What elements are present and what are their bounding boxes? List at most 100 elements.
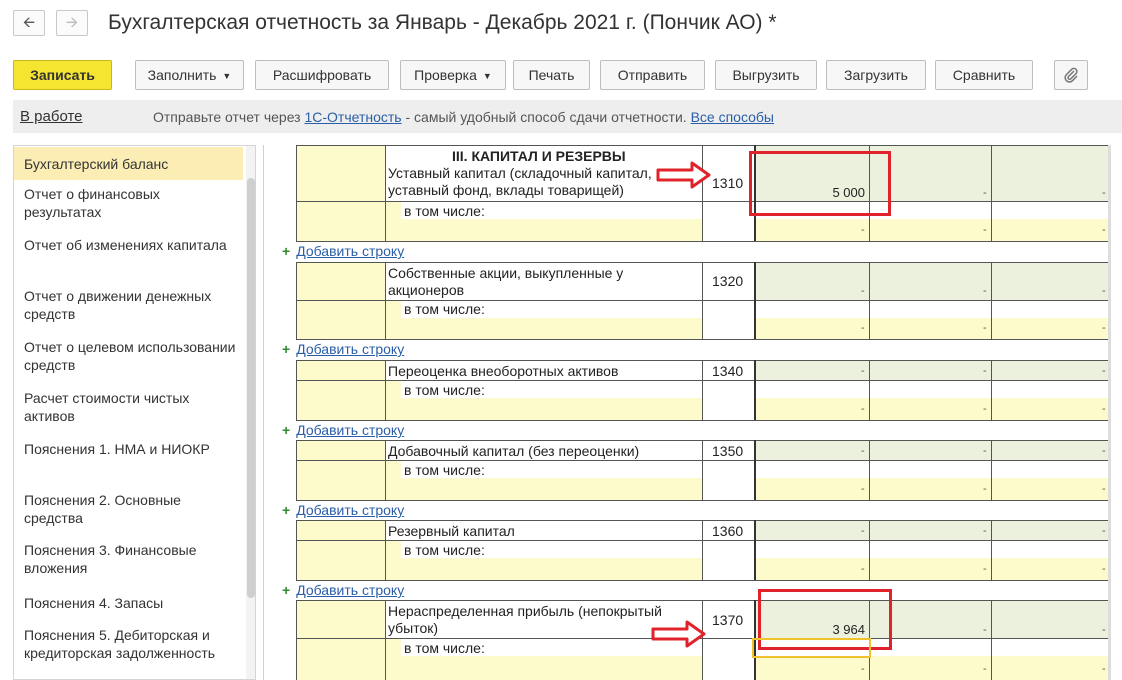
row-value-prev[interactable]: - (983, 624, 987, 636)
sub-value-current[interactable]: - (861, 563, 865, 575)
sub-row-name-cell[interactable] (401, 656, 702, 680)
sidebar-item-cash-flow[interactable]: Отчет о движении денежных средств (14, 287, 243, 323)
sub-value-cell-prev[interactable] (869, 478, 991, 500)
attach-button[interactable] (1054, 60, 1088, 90)
add-row-link[interactable]: + Добавить строку (282, 422, 404, 438)
sub-value-cell-prev2[interactable] (991, 656, 1110, 680)
add-row-link[interactable]: + Добавить строку (282, 502, 404, 518)
import-button[interactable]: Загрузить (826, 60, 926, 90)
sub-value-current[interactable]: - (861, 403, 865, 415)
value-cell-prev[interactable] (869, 360, 991, 380)
decode-button[interactable]: Расшифровать (255, 60, 389, 90)
row-value-current[interactable]: - (861, 445, 865, 457)
row-value-prev[interactable]: - (983, 445, 987, 457)
back-button[interactable]: 🡨 (13, 10, 45, 36)
sub-value-current[interactable]: - (861, 224, 865, 236)
sub-value-cell-prev[interactable] (869, 219, 991, 241)
sub-row-name-cell[interactable] (401, 478, 702, 500)
sub-value-prev2[interactable]: - (1102, 483, 1106, 495)
sub-value-cell-prev[interactable] (869, 318, 991, 339)
row-value-prev[interactable]: - (983, 285, 987, 297)
fill-dropdown-button[interactable]: Заполнить ▼ (135, 60, 244, 90)
value-cell-current[interactable] (754, 440, 869, 460)
sidebar-item-explanations-3[interactable]: Пояснения 3. Финансовые вложения (14, 541, 243, 577)
sidebar-item-net-assets[interactable]: Расчет стоимости чистых активов (14, 389, 243, 425)
value-cell-current[interactable] (754, 360, 869, 380)
sidebar-item-explanations-2[interactable]: Пояснения 2. Основные средства (14, 491, 243, 527)
sub-value-cell-current[interactable] (754, 398, 869, 420)
row-value-current[interactable]: - (861, 285, 865, 297)
add-row-link[interactable]: + Добавить строку (282, 582, 404, 598)
row-value-prev[interactable]: - (983, 187, 987, 199)
sub-value-prev2[interactable]: - (1102, 663, 1106, 675)
row-value-current[interactable]: - (861, 365, 865, 377)
value-cell-prev2[interactable] (991, 520, 1110, 540)
sidebar-item-explanations-4[interactable]: Пояснения 4. Запасы (14, 594, 243, 612)
row-value-prev2[interactable]: - (1102, 445, 1106, 457)
sub-value-prev[interactable]: - (983, 322, 987, 334)
sub-value-prev2[interactable]: - (1102, 322, 1106, 334)
report-scrollbar[interactable] (1108, 145, 1111, 680)
sub-row-name-cell[interactable] (401, 318, 702, 339)
row-value-current[interactable]: - (861, 525, 865, 537)
sub-value-cell-prev2[interactable] (991, 318, 1110, 339)
save-button[interactable]: Записать (13, 60, 112, 90)
send-button[interactable]: Отправить (600, 60, 705, 90)
forward-button[interactable]: 🡪 (56, 10, 88, 36)
value-cell-prev[interactable] (869, 262, 991, 300)
value-cell-prev2[interactable] (991, 600, 1110, 638)
sidebar-scrollbar[interactable] (246, 146, 255, 679)
row-value-prev2[interactable]: - (1102, 285, 1106, 297)
sub-value-cell-current[interactable] (754, 656, 869, 680)
value-cell-current[interactable] (754, 520, 869, 540)
row-value-prev[interactable]: - (983, 525, 987, 537)
value-cell-prev2[interactable] (991, 262, 1110, 300)
selected-cell-outline[interactable] (752, 638, 871, 658)
row-value-prev2[interactable]: - (1102, 187, 1106, 199)
sub-value-cell-current[interactable] (754, 478, 869, 500)
row-value-prev2[interactable]: - (1102, 525, 1106, 537)
sub-value-prev[interactable]: - (983, 563, 987, 575)
add-row-link[interactable]: + Добавить строку (282, 243, 404, 259)
sub-value-prev[interactable]: - (983, 483, 987, 495)
sub-value-prev2[interactable]: - (1102, 563, 1106, 575)
value-cell-current[interactable] (754, 262, 869, 300)
sidebar-scrollbar-thumb[interactable] (247, 178, 255, 598)
sub-value-prev[interactable]: - (983, 224, 987, 236)
value-cell-prev2[interactable] (991, 440, 1110, 460)
sub-value-current[interactable]: - (861, 322, 865, 334)
sub-value-prev2[interactable]: - (1102, 403, 1106, 415)
sub-value-current[interactable]: - (861, 483, 865, 495)
sidebar-item-financial-results[interactable]: Отчет о финансовых результатах (14, 185, 243, 221)
sub-value-cell-prev[interactable] (869, 558, 991, 580)
sub-value-cell-prev[interactable] (869, 656, 991, 680)
sidebar-item-target-use[interactable]: Отчет о целевом использовании средств (14, 338, 243, 374)
value-cell-prev2[interactable] (991, 360, 1110, 380)
sub-value-cell-prev2[interactable] (991, 478, 1110, 500)
export-button[interactable]: Выгрузить (715, 60, 817, 90)
sub-value-prev[interactable]: - (983, 403, 987, 415)
sub-value-cell-prev2[interactable] (991, 558, 1110, 580)
1c-reporting-link[interactable]: 1С-Отчетность (304, 109, 401, 125)
value-cell-prev2[interactable] (991, 145, 1110, 201)
add-row-link[interactable]: + Добавить строку (282, 341, 404, 357)
sub-value-cell-current[interactable] (754, 219, 869, 241)
sub-value-cell-prev[interactable] (869, 398, 991, 420)
sub-value-current[interactable]: - (861, 663, 865, 675)
value-cell-prev[interactable] (869, 440, 991, 460)
sub-row-name-cell[interactable] (401, 398, 702, 420)
sidebar-item-explanations-1[interactable]: Пояснения 1. НМА и НИОКР (14, 440, 243, 458)
value-cell-prev[interactable] (869, 520, 991, 540)
sub-row-name-cell[interactable] (401, 558, 702, 580)
sub-value-cell-prev2[interactable] (991, 219, 1110, 241)
compare-button[interactable]: Сравнить (935, 60, 1033, 90)
sub-value-cell-current[interactable] (754, 558, 869, 580)
row-value-prev2[interactable]: - (1102, 365, 1106, 377)
row-value-prev2[interactable]: - (1102, 624, 1106, 636)
print-button[interactable]: Печать (513, 60, 590, 90)
all-methods-link[interactable]: Все способы (691, 109, 774, 125)
check-dropdown-button[interactable]: Проверка ▼ (400, 60, 506, 90)
sidebar-item-explanations-5[interactable]: Пояснения 5. Дебиторская и кредиторская … (14, 626, 243, 662)
sub-value-cell-prev2[interactable] (991, 398, 1110, 420)
status-link[interactable]: В работе (20, 108, 83, 125)
